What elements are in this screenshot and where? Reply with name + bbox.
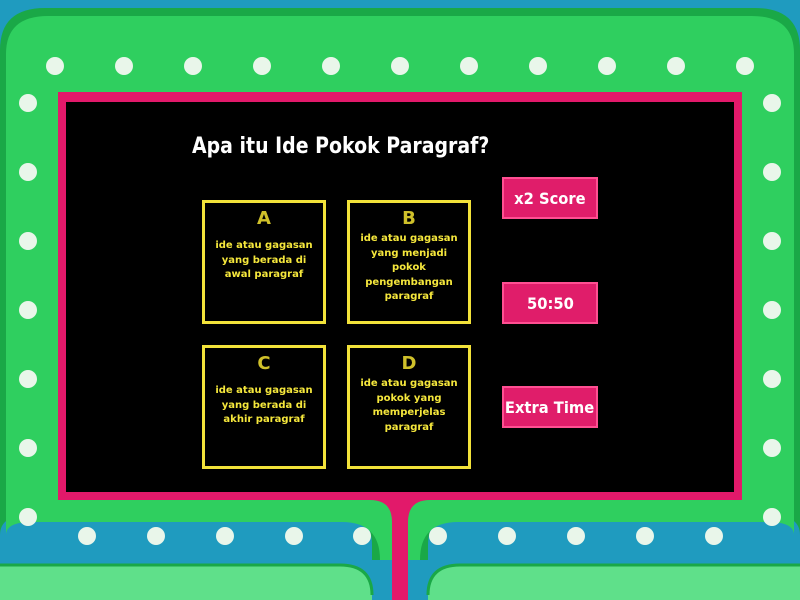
answer-c-button[interactable]: C ide atau gagasan yang berada di akhir … <box>202 345 326 469</box>
answer-c-letter: C <box>257 353 271 374</box>
answer-b-text: ide atau gagasan yang menjadi pokok peng… <box>360 233 458 302</box>
extra-time-label: Extra Time <box>505 397 595 417</box>
answer-d-button[interactable]: D ide atau gagasan pokok yang memperjela… <box>347 345 471 469</box>
answer-a-text: ide atau gagasan yang berada di awal par… <box>215 240 313 280</box>
answer-a-button[interactable]: A ide atau gagasan yang berada di awal p… <box>202 200 326 324</box>
answer-d-text: ide atau gagasan pokok yang memperjelas … <box>360 378 458 433</box>
extra-time-button[interactable]: Extra Time <box>502 386 598 428</box>
double-score-button[interactable]: x2 Score <box>502 177 598 219</box>
fifty-fifty-button[interactable]: 50:50 <box>502 282 598 324</box>
double-score-label: x2 Score <box>514 188 586 208</box>
fifty-fifty-label: 50:50 <box>526 293 574 313</box>
answer-d-letter: D <box>401 353 417 374</box>
question-text: Apa itu Ide Pokok Paragraf? <box>192 134 490 159</box>
answer-b-letter: B <box>402 208 416 229</box>
answer-a-letter: A <box>257 208 271 229</box>
answer-b-button[interactable]: B ide atau gagasan yang menjadi pokok pe… <box>347 200 471 324</box>
answer-c-text: ide atau gagasan yang berada di akhir pa… <box>215 385 313 425</box>
